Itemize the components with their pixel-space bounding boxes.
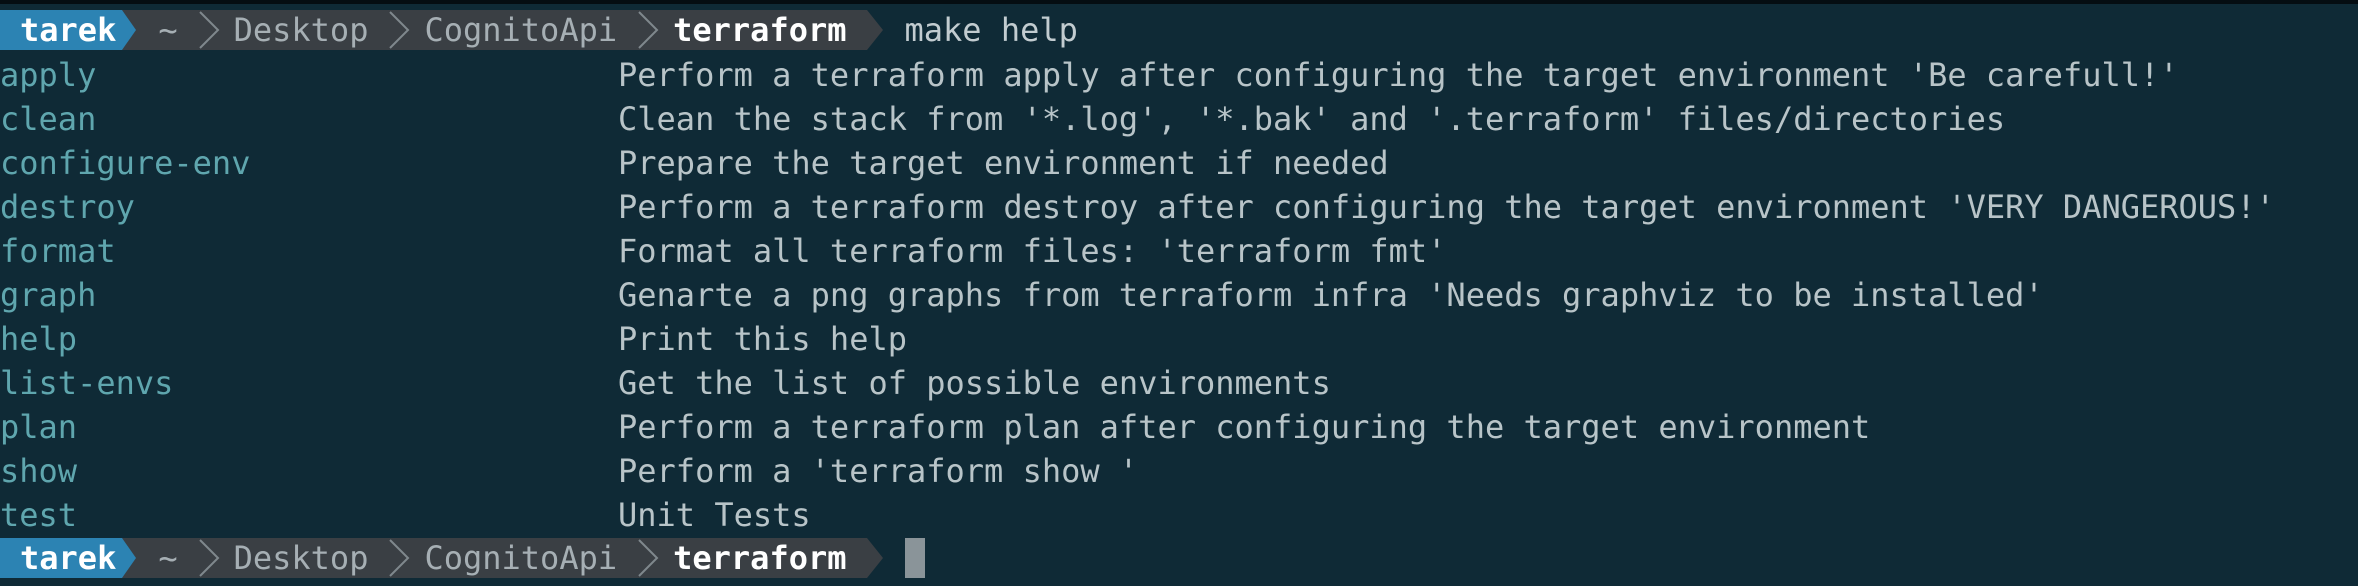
prompt-current-dir: terraform — [673, 539, 847, 577]
help-output-list: apply Perform a terraform apply after co… — [0, 53, 2275, 537]
prompt-command: make help — [904, 11, 1078, 49]
help-row: graph Genarte a png graphs from terrafor… — [0, 273, 2275, 317]
powerline-arrow-icon — [122, 10, 137, 50]
chevron-right-icon — [192, 538, 224, 578]
prompt-user: tarek — [20, 11, 117, 49]
prompt-line-2: tarek ~ Desktop CognitoApi terraform — [0, 538, 2358, 578]
help-target: format — [0, 232, 116, 270]
help-target: clean — [0, 100, 97, 138]
help-description: Perform a terraform destroy after config… — [618, 188, 2275, 226]
chevron-right-icon — [631, 538, 663, 578]
help-description: Prepare the target environment if needed — [618, 144, 1389, 182]
help-target: configure-env — [0, 144, 251, 182]
chevron-right-icon — [382, 538, 414, 578]
prompt-path-item: CognitoApi — [424, 11, 618, 49]
powerline-arrow-icon — [866, 10, 883, 50]
help-description: Get the list of possible environments — [618, 364, 1331, 402]
help-row: show Perform a 'terraform show ' — [0, 449, 2275, 493]
chevron-right-icon — [631, 10, 663, 50]
prompt-path-segment: ~ Desktop CognitoApi terraform — [136, 10, 867, 50]
prompt-path-item: Desktop — [233, 11, 369, 49]
chevron-right-icon — [192, 10, 224, 50]
help-row: apply Perform a terraform apply after co… — [0, 53, 2275, 97]
help-target: test — [0, 496, 78, 534]
help-description: Format all terraform files: 'terraform f… — [618, 232, 1447, 270]
help-description: Perform a terraform plan after configuri… — [618, 408, 1871, 446]
prompt-home: ~ — [158, 11, 178, 49]
help-row: configure-env Prepare the target environ… — [0, 141, 2275, 185]
prompt-user-segment: tarek — [0, 538, 123, 578]
help-row: clean Clean the stack from '*.log', '*.b… — [0, 97, 2275, 141]
help-row: plan Perform a terraform plan after conf… — [0, 405, 2275, 449]
help-description: Clean the stack from '*.log', '*.bak' an… — [618, 100, 2006, 138]
prompt-user-segment: tarek — [0, 10, 123, 50]
prompt-path-item: Desktop — [233, 539, 369, 577]
help-row: format Format all terraform files: 'terr… — [0, 229, 2275, 273]
help-target: destroy — [0, 188, 135, 226]
help-row: test Unit Tests — [0, 493, 2275, 537]
help-row: help Print this help — [0, 317, 2275, 361]
prompt-current-dir: terraform — [673, 11, 847, 49]
prompt-path-item: CognitoApi — [424, 539, 618, 577]
help-target: apply — [0, 56, 97, 94]
help-target: list-envs — [0, 364, 174, 402]
help-target: graph — [0, 276, 97, 314]
help-description: Perform a 'terraform show ' — [618, 452, 1139, 490]
help-row: destroy Perform a terraform destroy afte… — [0, 185, 2275, 229]
help-target: show — [0, 452, 78, 490]
terminal-cursor[interactable] — [904, 538, 925, 578]
powerline-arrow-icon — [122, 538, 137, 578]
help-description: Genarte a png graphs from terraform infr… — [618, 276, 2044, 314]
help-target: help — [0, 320, 78, 358]
chevron-right-icon — [382, 10, 414, 50]
help-row: list-envs Get the list of possible envir… — [0, 361, 2275, 405]
help-description: Unit Tests — [618, 496, 811, 534]
help-description: Perform a terraform apply after configur… — [618, 56, 2179, 94]
help-target: plan — [0, 408, 78, 446]
window-top-border — [0, 0, 2358, 4]
powerline-arrow-icon — [866, 538, 883, 578]
prompt-home: ~ — [158, 539, 178, 577]
help-description: Print this help — [618, 320, 907, 358]
prompt-user: tarek — [20, 539, 117, 577]
prompt-path-segment: ~ Desktop CognitoApi terraform — [136, 538, 867, 578]
prompt-line-1: tarek ~ Desktop CognitoApi terraform mak… — [0, 10, 2358, 50]
